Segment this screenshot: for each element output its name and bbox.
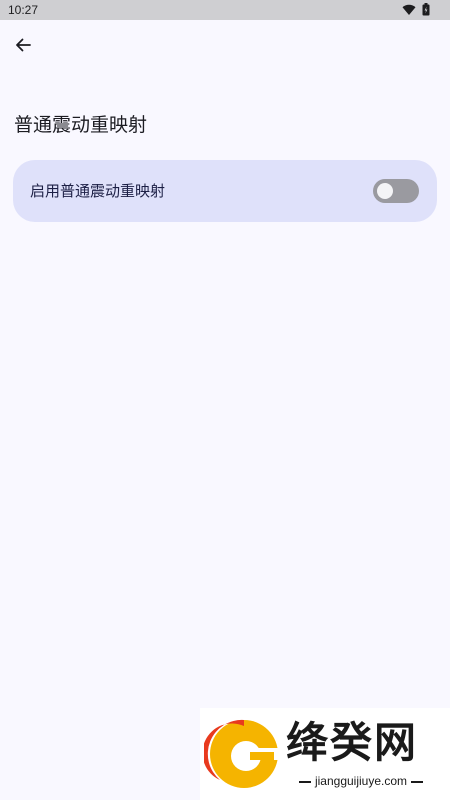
wifi-icon [402, 1, 416, 20]
enable-remap-label: 启用普通震动重映射 [30, 182, 166, 200]
enable-remap-toggle[interactable] [373, 179, 419, 203]
watermark-url: jiangguijiuye.com [286, 774, 436, 788]
status-time: 10:27 [8, 3, 39, 17]
watermark-brand: 绛癸网 [286, 718, 419, 767]
brand-logo-icon [202, 714, 280, 798]
toggle-thumb [377, 183, 393, 199]
status-icons [402, 1, 430, 20]
page-title: 普通震动重映射 [14, 114, 148, 136]
battery-icon [422, 1, 430, 20]
status-bar: 10:27 [0, 0, 450, 20]
arrow-left-icon [15, 37, 31, 57]
watermark: 绛癸网 jiangguijiuye.com [200, 708, 450, 800]
enable-remap-setting[interactable]: 启用普通震动重映射 [13, 160, 437, 222]
back-button[interactable] [8, 32, 38, 62]
